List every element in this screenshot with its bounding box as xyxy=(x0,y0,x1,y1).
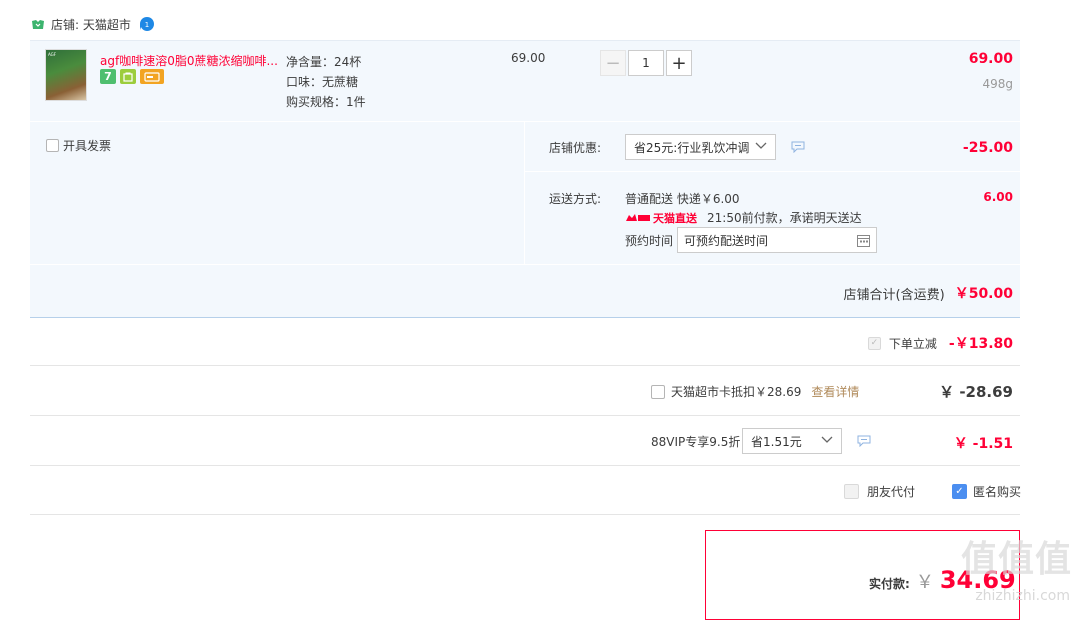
store-guarantee-icon[interactable] xyxy=(120,69,136,84)
vip-label: 88VIP专享9.5折 xyxy=(651,435,741,449)
divider xyxy=(30,264,1020,265)
message-icon[interactable] xyxy=(791,141,805,153)
shop-total-row: 店铺合计(含运费) ￥50.00 xyxy=(844,283,1013,303)
anonymous-purchase-checkbox[interactable]: ✓ xyxy=(952,484,967,499)
product-title[interactable]: agf咖啡速溶0脂0蔗糖浓缩咖啡... xyxy=(100,52,278,69)
vip-discount-value: 省1.51元 xyxy=(751,434,802,449)
divider xyxy=(30,365,1020,366)
friend-pay-label: 朋友代付 xyxy=(867,485,916,499)
divider xyxy=(525,171,1020,172)
schedule-time-input[interactable]: 可预约配送时间 xyxy=(677,227,877,253)
quantity-increase-button[interactable]: + xyxy=(666,50,692,76)
svg-text:1: 1 xyxy=(145,21,149,29)
calendar-icon xyxy=(857,234,870,247)
vip-discount-select[interactable]: 省1.51元 xyxy=(742,428,842,454)
divider xyxy=(30,514,1020,515)
invoice-option[interactable]: 开具发票 xyxy=(46,137,111,154)
shop-icon xyxy=(32,19,44,29)
shipping-label: 运送方式: xyxy=(549,192,602,206)
chevron-down-icon xyxy=(821,436,833,447)
order-discount-label: 下单立减 xyxy=(888,336,937,351)
wangwang-chat-icon[interactable]: 1 xyxy=(139,16,155,32)
invoice-checkbox[interactable] xyxy=(46,139,59,152)
unit-price: 69.00 xyxy=(511,51,546,65)
payment-currency: ￥ xyxy=(915,572,934,593)
seven-day-return-icon[interactable]: 7 xyxy=(100,69,116,84)
tmall-card-checkbox[interactable] xyxy=(651,384,665,399)
item-weight: 498g xyxy=(982,77,1013,91)
tmall-logo-icon xyxy=(626,214,650,221)
spec-net-content: 净含量：24杯 xyxy=(286,55,362,69)
spec-purchase-size: 购买规格：1件 xyxy=(286,95,366,109)
order-discount-checkbox: ✓ xyxy=(867,336,881,350)
tmall-card-row: 天猫超市卡抵扣￥28.69 查看详情 xyxy=(651,383,859,400)
message-icon[interactable] xyxy=(857,435,871,447)
tmall-card-label: 天猫超市卡抵扣￥28.69 xyxy=(671,385,802,399)
anonymous-purchase-label: 匿名购买 xyxy=(973,485,1022,499)
delivery-promise: 21:50前付款，承诺明天送达 xyxy=(707,211,862,225)
tmall-direct-row: 天猫直送 21:50前付款，承诺明天送达 xyxy=(625,209,862,226)
divider xyxy=(30,465,1020,466)
quantity-input[interactable]: 1 xyxy=(628,50,664,76)
shipping-method: 普通配送 快递￥6.00 xyxy=(625,192,740,206)
item-subtotal: 69.00 xyxy=(968,51,1013,67)
friend-pay-option[interactable]: 朋友代付 xyxy=(844,483,915,500)
divider xyxy=(524,122,525,264)
friend-pay-checkbox[interactable] xyxy=(844,484,859,499)
order-discount-row: ✓ 下单立减 -￥13.80 xyxy=(867,333,1013,353)
anonymous-purchase-option[interactable]: ✓ 匿名购买 xyxy=(952,483,1021,500)
vip-discount-amount: ￥ -1.51 xyxy=(953,436,1013,452)
tmall-card-value: ￥ -28.69 xyxy=(939,383,1013,401)
divider xyxy=(30,415,1020,416)
shop-discount-select[interactable]: 省25元:行业乳饮冲调 xyxy=(625,134,776,160)
shop-discount-amount: -25.00 xyxy=(962,140,1013,156)
watermark-logo: 值值值 xyxy=(960,539,1072,580)
spec-flavor: 口味：无蔗糖 xyxy=(286,75,359,89)
invoice-label: 开具发票 xyxy=(63,139,112,153)
quantity-decrease-button[interactable]: − xyxy=(600,50,626,76)
product-thumbnail[interactable]: AGF xyxy=(45,49,87,101)
shop-name[interactable]: 店铺: 天猫超市 xyxy=(51,16,131,33)
order-discount-value: -￥13.80 xyxy=(948,336,1013,352)
product-badges: 7 xyxy=(100,69,164,84)
payment-label: 实付款: xyxy=(869,577,910,591)
shop-discount-label: 店铺优惠: xyxy=(549,141,602,155)
shop-total-value: ￥50.00 xyxy=(954,286,1013,302)
chevron-down-icon xyxy=(755,142,767,153)
tmall-card-details-link[interactable]: 查看详情 xyxy=(811,383,859,400)
shop-discount-value: 省25元:行业乳饮冲调 xyxy=(634,140,750,155)
shipping-amount: 6.00 xyxy=(983,190,1013,204)
tmall-direct-tag: 天猫直送 xyxy=(653,211,697,225)
shop-header: 店铺: 天猫超市 1 xyxy=(31,14,155,34)
watermark-url: zhizhizhi.com xyxy=(975,588,1070,604)
schedule-label: 预约时间 xyxy=(625,234,674,248)
shop-total-label: 店铺合计(含运费) xyxy=(843,287,945,303)
card-payment-icon[interactable] xyxy=(140,69,164,84)
quantity-stepper: − 1 + xyxy=(600,50,692,76)
product-thumbnail-label: AGF xyxy=(48,52,57,57)
schedule-time-value: 可预约配送时间 xyxy=(684,233,769,248)
